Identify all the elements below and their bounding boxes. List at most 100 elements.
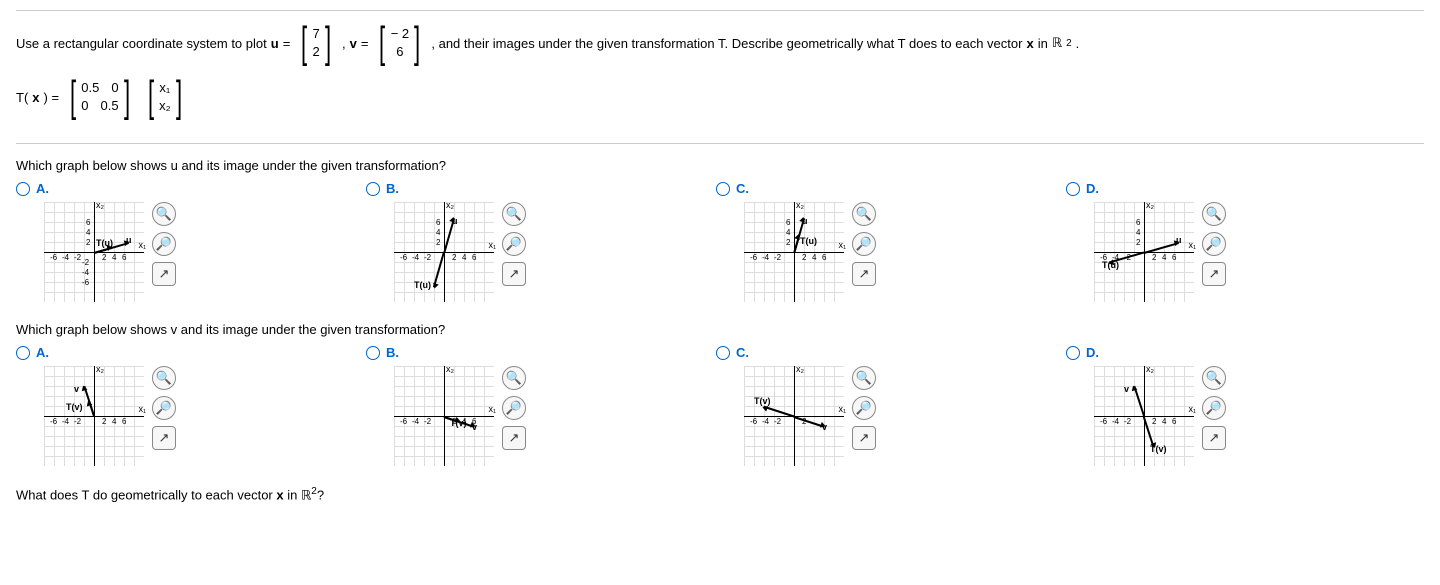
- tick: 6: [122, 417, 126, 426]
- q2-options: A. x₂ x₁ 2 4 6 -6 -4 -2 v T(v) 🔍 🔎 ↗: [16, 345, 1424, 466]
- label-q1-b: B.: [386, 181, 399, 196]
- label-q2-a: A.: [36, 345, 49, 360]
- popout-icon[interactable]: ↗: [152, 426, 176, 450]
- tick: -2: [82, 258, 89, 267]
- q1-option-c: C. x₂ x₁ 2 4 6 -6 -4 -2 2 4 6 u T(u): [716, 181, 1016, 302]
- period: .: [1076, 36, 1080, 51]
- vec-u: u: [802, 216, 808, 226]
- tick: -2: [424, 417, 431, 426]
- popout-icon[interactable]: ↗: [852, 426, 876, 450]
- tick: 4: [86, 228, 90, 237]
- zoom-out-icon[interactable]: 🔎: [1202, 232, 1226, 256]
- graph-q1-d[interactable]: x₂ x₁ 2 4 6 -6 -4 -2 2 4 6 u T(u): [1094, 202, 1194, 302]
- zoom-in-icon[interactable]: 🔍: [502, 202, 526, 226]
- axis-x-label: x₁: [838, 404, 846, 414]
- zoom-in-icon[interactable]: 🔍: [152, 202, 176, 226]
- radio-q2-d[interactable]: [1066, 346, 1080, 360]
- tick: 4: [436, 228, 440, 237]
- real-symbol: ℝ: [1052, 35, 1062, 51]
- axis-x-label: x₁: [138, 240, 146, 250]
- label-q1-c: C.: [736, 181, 749, 196]
- T-r1c2: 0: [111, 79, 118, 97]
- zoom-in-icon[interactable]: 🔍: [152, 366, 176, 390]
- vec-Tu: T(u): [96, 238, 113, 248]
- vec-v: v: [1124, 384, 1129, 394]
- tick: -6: [400, 417, 407, 426]
- axis-x-label: x₁: [488, 404, 496, 414]
- tick: 4: [812, 253, 816, 262]
- q2-option-b: B. x₂ x₁ 2 4 6 -6 -4 -2 v T(v) 🔍 🔎 ↗: [366, 345, 666, 466]
- q3-text-a: What does T do geometrically to each vec…: [16, 487, 276, 502]
- zoom-out-icon[interactable]: 🔎: [502, 396, 526, 420]
- label-q2-c: C.: [736, 345, 749, 360]
- popout-icon[interactable]: ↗: [502, 426, 526, 450]
- popout-icon[interactable]: ↗: [1202, 262, 1226, 286]
- label-q1-d: D.: [1086, 181, 1099, 196]
- tick: -4: [412, 417, 419, 426]
- graph-q2-b[interactable]: x₂ x₁ 2 4 6 -6 -4 -2 v T(v): [394, 366, 494, 466]
- question-1: Which graph below shows u and its image …: [16, 158, 1424, 173]
- tick: 6: [436, 218, 440, 227]
- graph-q2-a[interactable]: x₂ x₁ 2 4 6 -6 -4 -2 v T(v): [44, 366, 144, 466]
- graph-q2-c[interactable]: x₂ x₁ 2 -6 -4 -2 v T(v): [744, 366, 844, 466]
- q1-option-a: A. x₂ x₁ 2 4 6 -6 -4 -2 2 4 6 -2 -4 -6: [16, 181, 316, 302]
- radio-q2-a[interactable]: [16, 346, 30, 360]
- axis-x-label: x₁: [838, 240, 846, 250]
- matrix-xvec: [ x₁ x₂ ]: [145, 75, 185, 119]
- tick: 6: [822, 253, 826, 262]
- radio-q2-c[interactable]: [716, 346, 730, 360]
- graph-tools: 🔍 🔎 ↗: [502, 202, 526, 286]
- tick: -2: [74, 253, 81, 262]
- problem-statement: Use a rectangular coordinate system to p…: [16, 10, 1424, 144]
- tick: 4: [1162, 417, 1166, 426]
- vector-v-symbol: v: [350, 36, 357, 51]
- q2-option-c: C. x₂ x₁ 2 -6 -4 -2 v T(v) 🔍 🔎 ↗: [716, 345, 1016, 466]
- zoom-out-icon[interactable]: 🔎: [852, 232, 876, 256]
- vec-v: v: [472, 422, 477, 432]
- radio-q1-c[interactable]: [716, 182, 730, 196]
- zoom-in-icon[interactable]: 🔍: [1202, 202, 1226, 226]
- zoom-out-icon[interactable]: 🔎: [852, 396, 876, 420]
- tick: -6: [750, 417, 757, 426]
- question-2: Which graph below shows v and its image …: [16, 322, 1424, 337]
- q3-x: x: [276, 487, 283, 502]
- popout-icon[interactable]: ↗: [152, 262, 176, 286]
- vec-Tv: T(v): [1150, 444, 1167, 454]
- radio-q1-a[interactable]: [16, 182, 30, 196]
- zoom-out-icon[interactable]: 🔎: [1202, 396, 1226, 420]
- radio-q2-b[interactable]: [366, 346, 380, 360]
- vector-x-symbol: x: [1026, 36, 1033, 51]
- popout-icon[interactable]: ↗: [502, 262, 526, 286]
- tick: 4: [1162, 253, 1166, 262]
- matrix-u: [ 7 2 ]: [298, 21, 334, 65]
- equals: =: [283, 36, 291, 51]
- tick: -4: [62, 417, 69, 426]
- popout-icon[interactable]: ↗: [852, 262, 876, 286]
- graph-q1-c[interactable]: x₂ x₁ 2 4 6 -6 -4 -2 2 4 6 u T(u): [744, 202, 844, 302]
- radio-q1-d[interactable]: [1066, 182, 1080, 196]
- zoom-out-icon[interactable]: 🔎: [152, 396, 176, 420]
- tick: -2: [74, 417, 81, 426]
- graph-q2-d[interactable]: x₂ x₁ 2 4 6 -6 -4 -2 v T(v): [1094, 366, 1194, 466]
- graph-tools: 🔍 🔎 ↗: [1202, 366, 1226, 450]
- vec-Tu: T(u): [800, 236, 817, 246]
- axis-y-label: x₂: [796, 200, 804, 210]
- zoom-in-icon[interactable]: 🔍: [502, 366, 526, 390]
- zoom-out-icon[interactable]: 🔎: [502, 232, 526, 256]
- radio-q1-b[interactable]: [366, 182, 380, 196]
- graph-q1-a[interactable]: x₂ x₁ 2 4 6 -6 -4 -2 2 4 6 -2 -4 -6 u T(…: [44, 202, 144, 302]
- tick: -2: [774, 417, 781, 426]
- T-r2c1: 0: [81, 97, 88, 115]
- axis-x-label: x₁: [488, 240, 496, 250]
- popout-icon[interactable]: ↗: [1202, 426, 1226, 450]
- zoom-in-icon[interactable]: 🔍: [1202, 366, 1226, 390]
- q3-text-b: in: [284, 487, 301, 502]
- zoom-in-icon[interactable]: 🔍: [852, 366, 876, 390]
- tick: -4: [1112, 417, 1119, 426]
- tick: 2: [802, 253, 806, 262]
- graph-q1-b[interactable]: x₂ x₁ 2 4 6 -6 -4 -2 2 4 6 u T(u): [394, 202, 494, 302]
- zoom-in-icon[interactable]: 🔍: [852, 202, 876, 226]
- zoom-out-icon[interactable]: 🔎: [152, 232, 176, 256]
- graph-tools: 🔍 🔎 ↗: [502, 366, 526, 450]
- tick: 4: [1136, 228, 1140, 237]
